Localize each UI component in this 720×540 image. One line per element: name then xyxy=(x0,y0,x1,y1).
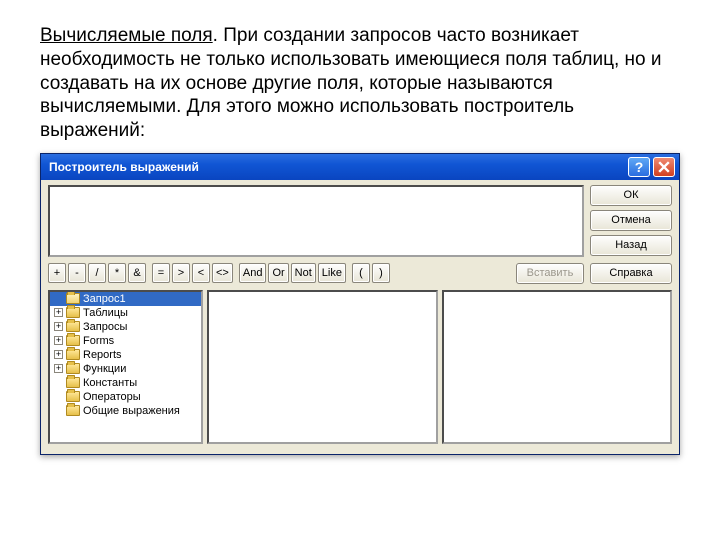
op-gt-button[interactable]: > xyxy=(172,263,190,283)
tree-item[interactable]: + Reports xyxy=(50,348,201,362)
op-group-paren: ( ) xyxy=(352,263,390,283)
op-lt-button[interactable]: < xyxy=(192,263,210,283)
folder-icon xyxy=(66,349,80,360)
operator-row: + - / * & = > < <> And Or Not Like ( ) xyxy=(48,263,672,284)
op-multiply-button[interactable]: * xyxy=(108,263,126,283)
op-ne-button[interactable]: <> xyxy=(212,263,233,283)
folder-icon xyxy=(66,321,80,332)
tree-item-label: Константы xyxy=(83,377,137,389)
tree-item[interactable]: + Таблицы xyxy=(50,306,201,320)
expand-icon[interactable]: + xyxy=(54,364,63,373)
tree-item-label: Таблицы xyxy=(83,307,128,319)
tree-item-label: Reports xyxy=(83,349,122,361)
op-or-button[interactable]: Or xyxy=(268,263,288,283)
window-title: Построитель выражений xyxy=(49,160,625,174)
op-minus-button[interactable]: - xyxy=(68,263,86,283)
tree-item[interactable]: Операторы xyxy=(50,390,201,404)
folder-icon xyxy=(66,377,80,388)
op-rparen-button[interactable]: ) xyxy=(372,263,390,283)
expand-spacer xyxy=(54,294,63,303)
help-icon[interactable] xyxy=(628,157,650,177)
folder-icon xyxy=(66,307,80,318)
intro-caption: Вычисляемые поля xyxy=(40,25,213,46)
expression-input[interactable] xyxy=(48,185,584,257)
tree-item-label: Операторы xyxy=(83,391,141,403)
tree-item[interactable]: + Forms xyxy=(50,334,201,348)
op-divide-button[interactable]: / xyxy=(88,263,106,283)
op-group-compare: = > < <> xyxy=(152,263,233,283)
op-eq-button[interactable]: = xyxy=(152,263,170,283)
folder-icon xyxy=(66,293,80,304)
folder-icon xyxy=(66,405,80,416)
expand-spacer xyxy=(54,406,63,415)
tree-item[interactable]: Запрос1 xyxy=(50,292,201,306)
tree-item[interactable]: Константы xyxy=(50,376,201,390)
tree-item-label: Общие выражения xyxy=(83,405,180,417)
op-plus-button[interactable]: + xyxy=(48,263,66,283)
category-tree[interactable]: Запрос1 + Таблицы + Запросы + Forms + Reports + Фу… xyxy=(48,290,203,444)
op-amp-button[interactable]: & xyxy=(128,263,146,283)
tree-item[interactable]: + Запросы xyxy=(50,320,201,334)
insert-button[interactable]: Вставить xyxy=(516,263,584,284)
tree-item-label: Forms xyxy=(83,335,114,347)
items-list[interactable] xyxy=(207,290,438,444)
expand-icon[interactable]: + xyxy=(54,350,63,359)
tree-item-label: Запрос1 xyxy=(83,293,126,305)
tree-item[interactable]: Общие выражения xyxy=(50,404,201,418)
folder-icon xyxy=(66,363,80,374)
expand-icon[interactable]: + xyxy=(54,322,63,331)
folder-icon xyxy=(66,391,80,402)
back-button[interactable]: Назад xyxy=(590,235,672,256)
op-group-arith: + - / * & xyxy=(48,263,146,283)
titlebar[interactable]: Построитель выражений xyxy=(41,154,679,180)
op-like-button[interactable]: Like xyxy=(318,263,346,283)
ok-button[interactable]: ОК xyxy=(590,185,672,206)
op-group-logic: And Or Not Like xyxy=(239,263,346,283)
tree-item-label: Запросы xyxy=(83,321,127,333)
tree-item[interactable]: + Функции xyxy=(50,362,201,376)
tree-item-label: Функции xyxy=(83,363,126,375)
expression-builder-window: Построитель выражений ОК Отмена Назад + … xyxy=(40,153,680,455)
expand-spacer xyxy=(54,392,63,401)
expand-spacer xyxy=(54,378,63,387)
expand-icon[interactable]: + xyxy=(54,308,63,317)
intro-paragraph: Вычисляемые поля. При создании запросов … xyxy=(0,0,720,153)
op-not-button[interactable]: Not xyxy=(291,263,316,283)
values-list[interactable] xyxy=(442,290,673,444)
expand-icon[interactable]: + xyxy=(54,336,63,345)
op-lparen-button[interactable]: ( xyxy=(352,263,370,283)
help-button[interactable]: Справка xyxy=(590,263,672,284)
folder-icon xyxy=(66,335,80,346)
cancel-button[interactable]: Отмена xyxy=(590,210,672,231)
client-area: ОК Отмена Назад + - / * & = > < <> And O… xyxy=(41,180,679,454)
close-icon[interactable] xyxy=(653,157,675,177)
op-and-button[interactable]: And xyxy=(239,263,267,283)
